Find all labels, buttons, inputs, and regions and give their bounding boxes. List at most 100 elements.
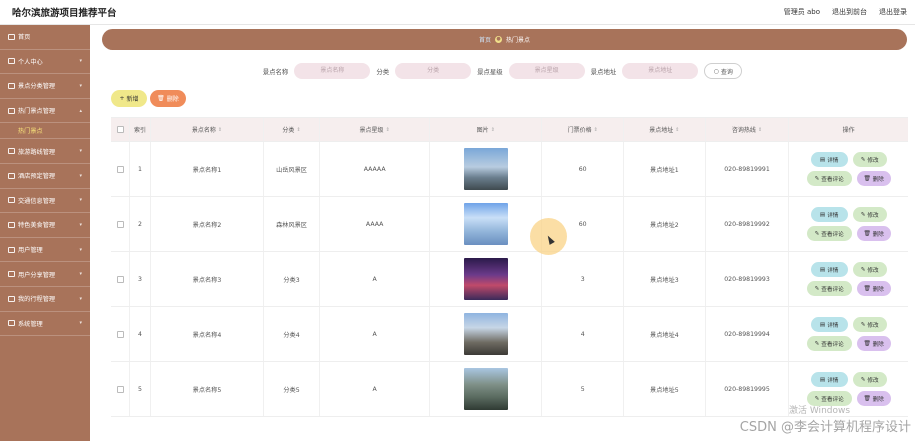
spots-table: 索引 景点名称 ⇕ 分类 ⇕ 景点星级 ⇕ 图片 ⇕ 门票价格 ⇕ 景点地址 ⇕ 咨询热线 ⇕…: [111, 117, 908, 417]
delete-row-button[interactable]: 🗑 删除: [856, 336, 891, 351]
sidebar-item-profile[interactable]: 个人中心 ▾: [0, 50, 90, 75]
row-checkbox[interactable]: [116, 275, 124, 283]
table-header: 索引 景点名称 ⇕ 分类 ⇕ 景点星级 ⇕ 图片 ⇕ 门票价格 ⇕ 景点地址 ⇕ 咨询热线 ⇕…: [111, 117, 908, 142]
delete-row-button[interactable]: 🗑 删除: [856, 226, 891, 241]
header-level[interactable]: 景点星级 ⇕: [320, 118, 431, 141]
cell-name: 景点名称1: [151, 142, 264, 196]
chevron-down-icon: ▾: [79, 271, 82, 278]
table-row: 1 景点名称1 山岳风景区 AAAAA 60 景点地址1 020-89819991 ▤ 详情 ✎ 修…: [111, 142, 908, 197]
view-comments-label: 查看评论: [821, 176, 844, 183]
address-label: 景点地址: [590, 67, 617, 76]
spot-thumbnail[interactable]: [463, 313, 508, 355]
cell-name: 景点名称3: [151, 252, 264, 306]
delete-row-button[interactable]: 🗑 删除: [856, 171, 891, 186]
cell-image: [430, 252, 543, 306]
detail-button[interactable]: ▤ 详情: [810, 207, 848, 222]
cell-price: 5: [542, 362, 625, 416]
detail-button[interactable]: ▤ 详情: [810, 152, 848, 167]
query-button[interactable]: ○ 查询: [704, 63, 743, 79]
header-hotline[interactable]: 咨询热线 ⇕: [706, 118, 790, 141]
sidebar-item-routes[interactable]: 旅游路线管理 ▾: [0, 139, 90, 164]
cell-index: 1: [130, 142, 151, 196]
pencil-icon: ✎: [814, 175, 820, 182]
view-comments-button[interactable]: ✎ 查看评论: [806, 336, 852, 351]
share-icon: [8, 271, 15, 278]
header-category-label: 分类: [282, 127, 295, 134]
delete-row-button[interactable]: 🗑 删除: [856, 391, 891, 406]
sidebar-item-label: 酒店预定管理: [18, 173, 56, 181]
pencil-icon: ✎: [814, 230, 820, 237]
cell-image: [430, 307, 543, 361]
detail-button[interactable]: ▤ 详情: [810, 262, 848, 277]
sidebar-subitem-hot-spots[interactable]: 热门景点: [0, 123, 90, 140]
cell-level: A: [320, 252, 431, 306]
level-input[interactable]: 景点星级: [508, 63, 585, 79]
edit-button-label: 修改: [867, 322, 879, 329]
cell-hotline: 020-89819993: [706, 252, 790, 306]
sidebar-item-users[interactable]: 用户管理 ▾: [0, 238, 90, 263]
edit-button[interactable]: ✎ 修改: [852, 262, 887, 277]
query-button-label: 查询: [720, 68, 733, 76]
edit-button[interactable]: ✎ 修改: [852, 207, 887, 222]
edit-button[interactable]: ✎ 修改: [852, 152, 887, 167]
row-checkbox[interactable]: [116, 385, 124, 393]
detail-button[interactable]: ▤ 详情: [810, 372, 848, 387]
header-address[interactable]: 景点地址 ⇕: [624, 118, 706, 141]
header-image[interactable]: 图片 ⇕: [430, 118, 543, 141]
detail-button-label: 详情: [827, 322, 839, 329]
cell-category: 山岳风景区: [264, 142, 321, 196]
breadcrumb-current: 热门景点: [506, 37, 531, 44]
row-checkbox[interactable]: [116, 220, 124, 228]
breadcrumb: 首页 ● 热门景点: [102, 29, 907, 50]
name-input[interactable]: 景点名称: [294, 63, 371, 79]
sidebar-item-category[interactable]: 景点分类管理 ▾: [0, 74, 90, 99]
header-name[interactable]: 景点名称 ⇕: [151, 118, 264, 141]
sort-icon: ⇕: [675, 126, 680, 133]
sidebar-item-hot-spots[interactable]: 热门景点管理 ▴: [0, 99, 90, 124]
document-icon: ▤: [819, 156, 826, 163]
edit-button-label: 修改: [867, 377, 879, 384]
breadcrumb-home[interactable]: 首页: [479, 35, 491, 44]
address-input[interactable]: 景点地址: [622, 63, 699, 79]
spot-thumbnail[interactable]: [463, 258, 508, 300]
spot-thumbnail[interactable]: [463, 148, 508, 190]
route-icon: [8, 148, 15, 155]
cell-actions: ▤ 详情 ✎ 修改 ✎ 查看评论 🗑 删除: [789, 307, 908, 361]
edit-button[interactable]: ✎ 修改: [852, 372, 887, 387]
view-comments-button[interactable]: ✎ 查看评论: [806, 281, 852, 296]
sidebar-item-shares[interactable]: 用户分享管理 ▾: [0, 262, 90, 287]
header-category[interactable]: 分类 ⇕: [264, 118, 321, 141]
logout-link[interactable]: 退出登录: [879, 7, 907, 17]
cell-price: 3: [542, 252, 625, 306]
cell-index: 5: [130, 362, 151, 416]
detail-button[interactable]: ▤ 详情: [810, 317, 848, 332]
trash-icon: 🗑: [863, 230, 871, 237]
document-icon: ▤: [819, 321, 826, 328]
cell-hotline: 020-89819991: [706, 142, 790, 196]
sidebar-item-transport[interactable]: 交通信息管理 ▾: [0, 189, 90, 214]
header-price[interactable]: 门票价格 ⇕: [542, 118, 625, 141]
sort-icon: ⇕: [757, 126, 763, 133]
spot-thumbnail[interactable]: [463, 368, 508, 410]
sidebar-item-food[interactable]: 特色美食管理 ▾: [0, 213, 90, 238]
view-comments-button[interactable]: ✎ 查看评论: [806, 171, 852, 186]
sidebar-item-trips[interactable]: 我的行程管理 ▾: [0, 287, 90, 312]
row-checkbox[interactable]: [116, 165, 124, 173]
sidebar-item-system[interactable]: 系统管理 ▾: [0, 312, 90, 337]
chevron-down-icon: ▾: [79, 58, 82, 65]
row-checkbox[interactable]: [116, 330, 124, 338]
view-comments-button[interactable]: ✎ 查看评论: [806, 226, 852, 241]
sidebar-item-home[interactable]: 首页: [0, 25, 90, 50]
add-button[interactable]: + 新增: [111, 90, 147, 107]
row-select-cell: [111, 307, 131, 361]
delete-row-label: 删除: [872, 396, 884, 403]
select-all-checkbox[interactable]: [116, 126, 124, 133]
batch-delete-button[interactable]: 🗑 删除: [150, 90, 186, 107]
back-to-front-link[interactable]: 退出到前台: [832, 7, 867, 17]
category-input[interactable]: 分类: [395, 63, 472, 79]
delete-row-button[interactable]: 🗑 删除: [856, 281, 891, 296]
sidebar-item-hotels[interactable]: 酒店预定管理 ▾: [0, 164, 90, 189]
spot-thumbnail[interactable]: [463, 203, 508, 245]
edit-button[interactable]: ✎ 修改: [852, 317, 887, 332]
cell-actions: ▤ 详情 ✎ 修改 ✎ 查看评论 🗑 删除: [789, 252, 908, 306]
